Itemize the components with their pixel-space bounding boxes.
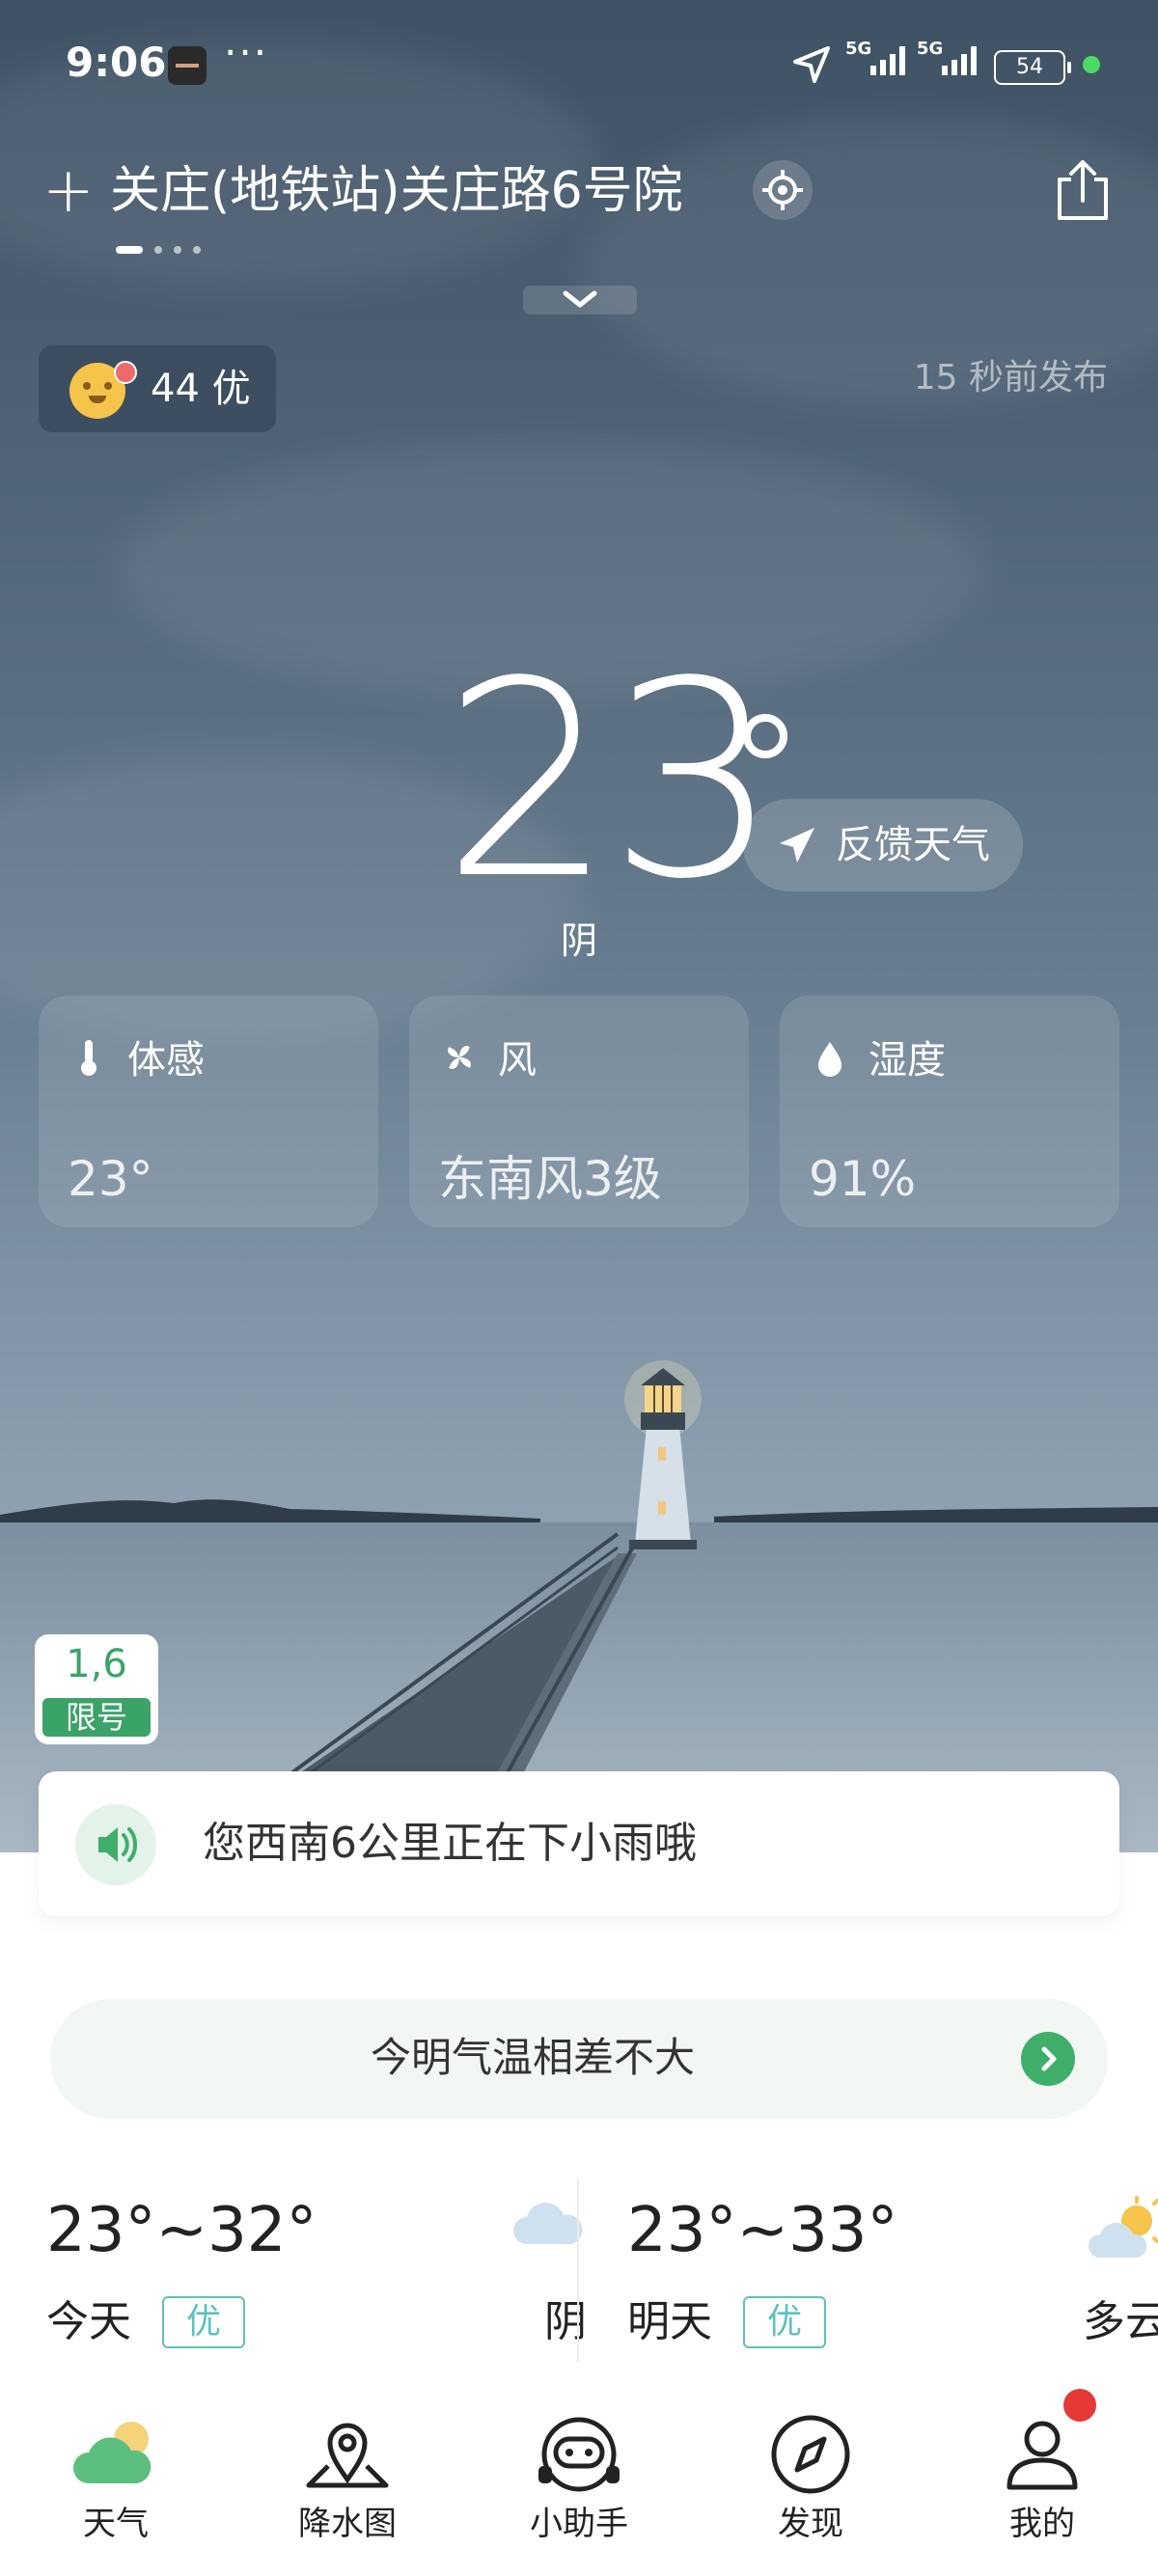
- limit-label: 限号: [42, 1698, 151, 1737]
- speaker-icon[interactable]: [75, 1804, 156, 1885]
- chevron-down-icon: [563, 290, 597, 308]
- current-temperature: 23: [442, 624, 780, 939]
- feels-like-label: 体感: [127, 1038, 205, 1082]
- forecast-divider: [577, 2179, 579, 2362]
- wind-label: 风: [498, 1038, 537, 1082]
- humidity-card[interactable]: 湿度 91%: [780, 996, 1119, 1227]
- aqi-alert-dot: [114, 361, 137, 384]
- precipitation-alert[interactable]: 您西南6公里正在下小雨哦: [39, 1771, 1119, 1916]
- nav-assistant-label: 小助手: [530, 2505, 628, 2543]
- humidity-label: 湿度: [868, 1038, 946, 1082]
- today-air-quality: 优: [162, 2296, 245, 2348]
- location-title[interactable]: 关庄(地铁站)关庄路6号院: [110, 160, 683, 222]
- share-icon[interactable]: [1052, 156, 1114, 224]
- page-indicator: [116, 239, 212, 258]
- feels-like-value: 23°: [68, 1151, 153, 1207]
- nav-assistant[interactable]: 小助手: [482, 2383, 676, 2576]
- status-time: 9:06: [66, 39, 167, 86]
- assistant-icon: [538, 2417, 620, 2492]
- nav-discover[interactable]: 发现: [714, 2383, 907, 2576]
- aqi-text: 44 优: [151, 365, 251, 413]
- locate-button[interactable]: [753, 160, 813, 220]
- map-pin-icon: [306, 2423, 389, 2488]
- compass-icon: [771, 2415, 850, 2494]
- chevron-right-icon[interactable]: [1021, 2032, 1075, 2086]
- partly-cloudy-icon: [1089, 2196, 1158, 2258]
- tomorrow-label: 明天: [627, 2297, 712, 2346]
- tip-text: 今明气温相差不大: [370, 2034, 695, 2081]
- fan-icon: [448, 1046, 471, 1069]
- expand-handle[interactable]: [523, 286, 637, 315]
- aqi-badge[interactable]: 44 优: [39, 345, 276, 432]
- aqi-value: 44: [151, 367, 200, 411]
- paper-plane-icon: [780, 828, 814, 863]
- temperature-tip[interactable]: 今明气温相差不大: [50, 1999, 1108, 2119]
- nav-profile-label: 我的: [1009, 2505, 1075, 2543]
- locate-icon: [762, 170, 803, 210]
- alert-text: 您西南6公里正在下小雨哦: [203, 1819, 697, 1868]
- recorder-app-icon: [168, 46, 207, 85]
- thermometer-icon: [81, 1040, 96, 1076]
- add-city-button[interactable]: +: [42, 160, 95, 222]
- location-arrow-icon: [793, 46, 830, 83]
- status-bar: 9:06 ··· 5G 5G 54: [0, 0, 1158, 131]
- current-condition: 阴: [560, 919, 597, 962]
- status-more: ···: [224, 29, 269, 76]
- nav-precipitation-label: 降水图: [298, 2505, 397, 2543]
- feels-like-card[interactable]: 体感 23°: [39, 996, 378, 1227]
- nav-weather[interactable]: 天气: [19, 2383, 212, 2576]
- weather-hero: 9:06 ··· 5G 5G 54 + 关庄(地铁站)关庄路6号院 44 优 1…: [0, 0, 1158, 1852]
- nav-profile[interactable]: 我的: [946, 2383, 1139, 2576]
- wind-value: 东南风3级: [438, 1151, 662, 1207]
- feedback-label: 反馈天气: [836, 823, 990, 867]
- signal-1: 5G: [845, 39, 915, 81]
- droplet-icon: [818, 1042, 841, 1077]
- traffic-limit-badge[interactable]: 1,6 限号: [35, 1634, 158, 1744]
- battery-indicator: 54: [994, 50, 1071, 85]
- forecast-tomorrow[interactable]: 23°~33° 明天 优 多云: [627, 2177, 1158, 2370]
- wind-card[interactable]: 风 东南风3级: [409, 996, 749, 1227]
- privacy-indicator: [1083, 56, 1100, 73]
- nav-discover-label: 发现: [778, 2505, 843, 2543]
- forecast-today[interactable]: 23°~32° 今天 优 阴: [46, 2177, 587, 2370]
- degree-symbol: [743, 714, 787, 758]
- tomorrow-air-quality: 优: [743, 2296, 826, 2348]
- feedback-weather-button[interactable]: 反馈天气: [743, 799, 1023, 891]
- cloud-icon: [513, 2203, 583, 2244]
- nav-precipitation[interactable]: 降水图: [251, 2383, 444, 2576]
- today-weather: 阴: [544, 2297, 587, 2346]
- tomorrow-weather: 多云: [1083, 2297, 1158, 2346]
- aqi-level: 优: [211, 367, 251, 411]
- nav-weather-label: 天气: [83, 2505, 149, 2543]
- weather-icon: [73, 2422, 152, 2483]
- signal-2: 5G: [917, 39, 986, 81]
- today-range: 23°~32°: [46, 2195, 317, 2266]
- publish-time: 15 秒前发布: [913, 358, 1108, 397]
- tomorrow-range: 23°~33°: [627, 2195, 898, 2266]
- humidity-value: 91%: [809, 1151, 917, 1207]
- notification-dot: [1063, 2389, 1096, 2422]
- bottom-navigation: 天气 降水图 小助手 发现 我的: [0, 2383, 1158, 2576]
- today-label: 今天: [46, 2297, 131, 2346]
- limit-numbers: 1,6: [66, 1642, 127, 1686]
